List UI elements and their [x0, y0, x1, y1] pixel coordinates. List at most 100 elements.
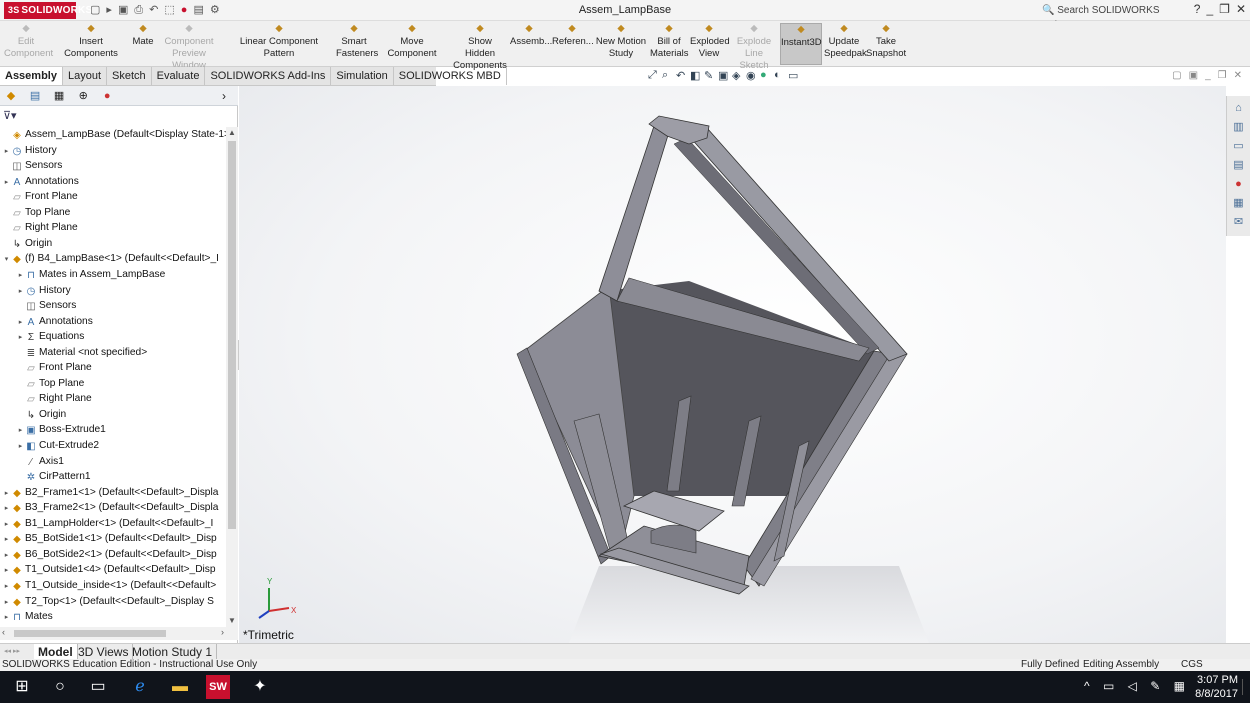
forum-icon[interactable]: ✉: [1232, 215, 1246, 229]
task-view-icon[interactable]: ▭: [86, 675, 110, 699]
tab-sketch[interactable]: Sketch: [107, 67, 152, 85]
scroll-left-icon[interactable]: ‹: [2, 627, 5, 637]
windows-start-icon[interactable]: ⊞: [10, 675, 34, 699]
close-button[interactable]: ✕: [1236, 2, 1246, 16]
expand-arrow-icon[interactable]: ▸: [2, 563, 11, 578]
expand-arrow-icon[interactable]: ▸: [2, 501, 11, 516]
tree-node[interactable]: ▸ ⊓ Mates: [2, 609, 53, 624]
app-icon[interactable]: ✦: [248, 675, 272, 699]
expand-arrow-icon[interactable]: ▸: [2, 486, 11, 501]
scroll-down-icon[interactable]: ▼: [228, 616, 236, 625]
scene-icon[interactable]: ◐: [774, 69, 786, 81]
tree-node[interactable]: ▸ ◆ B5_BotSide1<1> (Default<<Default>_Disp: [2, 531, 217, 546]
feature-manager-tab-icon[interactable]: ◆: [3, 89, 19, 103]
clock[interactable]: 3:07 PM 8/8/2017: [1195, 673, 1238, 701]
cmd-assemb-button[interactable]: ◆ Assemb...: [510, 23, 552, 65]
zoom-to-area-icon[interactable]: ⌕: [662, 69, 674, 81]
tree-node[interactable]: ▱ Right Plane: [16, 391, 92, 406]
viewport-minimize-icon[interactable]: _: [1205, 70, 1211, 81]
custom-properties-icon[interactable]: ▦: [1232, 196, 1246, 210]
view-settings-icon[interactable]: ▭: [788, 69, 800, 82]
tree-node[interactable]: ▸ A Annotations: [16, 314, 93, 329]
tree-node[interactable]: ▾ ◆ (f) B4_LampBase<1> (Default<<Default>_…: [2, 251, 219, 266]
tab-evaluate[interactable]: Evaluate: [152, 67, 206, 85]
tree-filter-icon[interactable]: ⊽▾: [3, 109, 17, 122]
cmd-edit-button[interactable]: ◆ Edit Component: [4, 23, 53, 65]
configuration-manager-tab-icon[interactable]: ▦: [51, 89, 67, 103]
tree-node[interactable]: ▸ ◆ B2_Frame1<1> (Default<<Default>_Displa: [2, 485, 219, 501]
viewport-maximize-icon[interactable]: ❐: [1218, 70, 1227, 81]
tree-node[interactable]: ◫ Sensors: [16, 298, 76, 313]
internet-explorer-icon[interactable]: ℯ: [128, 675, 152, 699]
appearance-icon[interactable]: ●: [760, 69, 772, 81]
home-icon[interactable]: ⌂: [1232, 101, 1246, 115]
panel-expand-arrow-icon[interactable]: ›: [216, 89, 232, 103]
expand-arrow-icon[interactable]: ▸: [16, 268, 25, 283]
cmd-instant3d-button[interactable]: ◆ Instant3D: [780, 23, 822, 65]
file-explorer-icon[interactable]: ▭: [1232, 139, 1246, 153]
tree-node[interactable]: ▸ ⊓ Mates in Assem_LampBase: [16, 267, 166, 283]
tab-solidworks-mbd[interactable]: SOLIDWORKS MBD: [394, 67, 507, 85]
solidworks-taskbar-icon[interactable]: SW: [206, 675, 230, 699]
expand-arrow-icon[interactable]: ▸: [2, 532, 11, 547]
restore-button[interactable]: ❐: [1219, 2, 1230, 16]
section-view-icon[interactable]: ◧: [690, 69, 702, 82]
cmd-new-motion-button[interactable]: ◆ New Motion Study: [595, 23, 647, 65]
expand-arrow-icon[interactable]: ▸: [16, 315, 25, 330]
cmd-smart-button[interactable]: ◆ Smart Fasteners: [336, 23, 378, 65]
tree-node[interactable]: ▸ ◷ History: [16, 283, 71, 298]
cmd-take-button[interactable]: ◆ Take Snapshot: [866, 23, 906, 65]
cmd-exploded-button[interactable]: ◆ Exploded View: [690, 23, 730, 65]
expand-arrow-icon[interactable]: ▸: [2, 517, 11, 532]
scroll-right-icon[interactable]: ›: [221, 627, 224, 637]
collapse-arrow-icon[interactable]: ▾: [2, 252, 11, 267]
tree-node[interactable]: ≣ Material <not specified>: [16, 345, 147, 360]
tab-assembly[interactable]: Assembly: [0, 67, 63, 85]
model-render[interactable]: Y X: [239, 86, 1226, 643]
tree-node[interactable]: ▱ Top Plane: [16, 376, 84, 391]
expand-arrow-icon[interactable]: ▸: [2, 579, 11, 594]
file-explorer-icon[interactable]: ▬: [168, 675, 192, 699]
cmd-show-hidden-button[interactable]: ◆ Show Hidden Components: [452, 23, 508, 71]
tree-node[interactable]: ▱ Top Plane: [2, 205, 70, 220]
display-manager-tab-icon[interactable]: ●: [99, 89, 115, 103]
property-manager-tab-icon[interactable]: ▤: [27, 89, 43, 103]
tab-simulation[interactable]: Simulation: [331, 67, 394, 85]
search-help-input[interactable]: 🔍 Search SOLIDWORKS Help: [1042, 3, 1176, 31]
tree-node[interactable]: ▸ Σ Equations: [16, 329, 85, 345]
view-orientation-icon[interactable]: ▣: [718, 69, 730, 82]
expand-arrow-icon[interactable]: ▸: [2, 175, 11, 190]
bottom-tab-3d-views[interactable]: 3D Views: [74, 644, 134, 660]
bottom-tab-motion-study-1[interactable]: Motion Study 1: [128, 644, 218, 660]
cmd-component-button[interactable]: ◆ Component Preview Window: [155, 23, 223, 71]
tab-layout[interactable]: Layout: [63, 67, 108, 85]
cmd-explode-button[interactable]: ◆ Explode Line Sketch: [732, 23, 776, 71]
bottom-tab-model[interactable]: Model: [34, 644, 78, 660]
previous-view-icon[interactable]: ↶: [676, 69, 688, 82]
tree-node[interactable]: ▸ ◆ B1_LampHolder<1> (Default<<Default>_I: [2, 516, 214, 532]
appearances-icon[interactable]: ●: [1232, 177, 1246, 191]
expand-arrow-icon[interactable]: ▸: [16, 284, 25, 299]
graphics-viewport[interactable]: Y X *Trimetric: [239, 86, 1226, 643]
design-library-icon[interactable]: ▥: [1232, 120, 1246, 134]
tree-node[interactable]: ▸ ▣ Boss-Extrude1: [16, 422, 106, 437]
tree-node[interactable]: ▱ Right Plane: [2, 220, 78, 235]
tree-vertical-scrollbar[interactable]: ▲ ▼: [226, 127, 238, 627]
tree-node[interactable]: ▸ A Annotations: [2, 174, 79, 189]
tree-node[interactable]: ▸ ◆ T1_Outside_inside<1> (Default<<Default…: [2, 578, 216, 593]
scroll-thumb[interactable]: [228, 141, 236, 529]
display-style-icon[interactable]: ◈: [732, 69, 744, 82]
cmd-bill-of-button[interactable]: ◆ Bill of Materials: [650, 23, 689, 65]
expand-arrow-icon[interactable]: ▸: [16, 439, 25, 454]
tree-node[interactable]: ▱ Front Plane: [2, 189, 78, 204]
tree-node[interactable]: ▸ ◆ B6_BotSide2<1> (Default<<Default>_Disp: [2, 547, 217, 562]
expand-arrow-icon[interactable]: ▸: [16, 330, 25, 345]
tree-node[interactable]: ▸ ◆ T1_Outside1<4> (Default<<Default>_Disp: [2, 562, 216, 577]
viewport-tile-icon[interactable]: ▣: [1189, 70, 1198, 81]
cmd-update-button[interactable]: ◆ Update Speedpak: [824, 23, 867, 65]
expand-arrow-icon[interactable]: ▸: [2, 610, 11, 625]
system-tray[interactable]: ^ ▭ ◁ ✎ ▦: [1084, 679, 1190, 693]
tree-node[interactable]: ✲ CirPattern1: [16, 469, 91, 484]
tree-node[interactable]: ▸ ◷ History: [2, 143, 57, 158]
zoom-to-fit-icon[interactable]: ⤢: [648, 69, 660, 81]
